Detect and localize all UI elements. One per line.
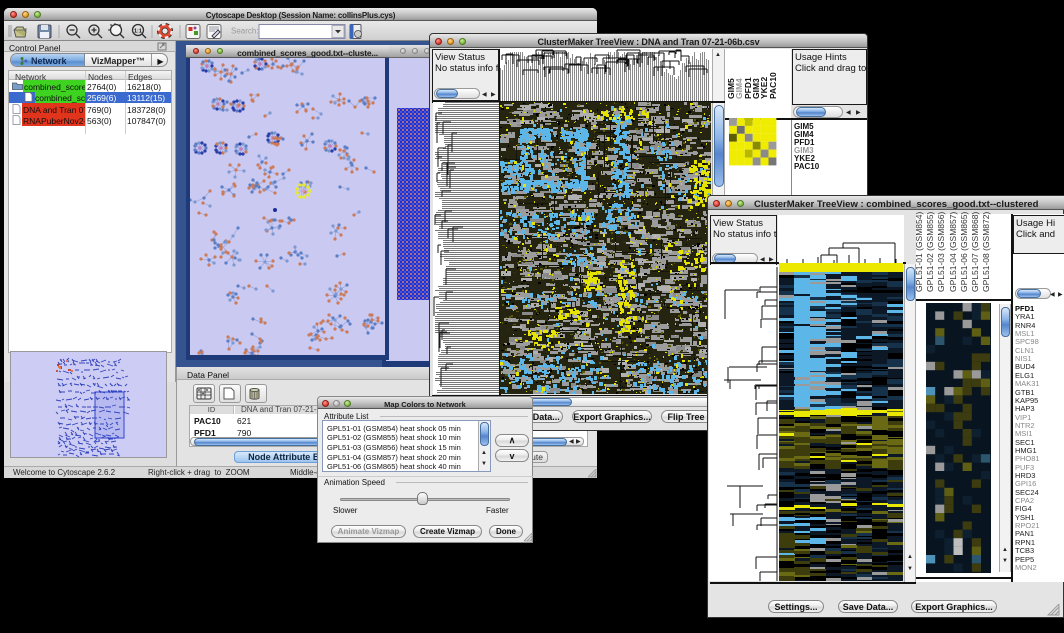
- svg-text:GPL51-08 (GSM872): GPL51-08 (GSM872): [981, 212, 991, 292]
- svg-text:GPL51-01 (GSM854): GPL51-01 (GSM854): [914, 212, 924, 292]
- svg-text:Search:: Search:: [231, 27, 259, 36]
- svg-text:PAC10: PAC10: [768, 72, 778, 99]
- svg-text:GPL51-07 (GSM868): GPL51-07 (GSM868): [970, 212, 980, 292]
- svg-text:GPL51-03 (GSM856): GPL51-03 (GSM856): [936, 212, 946, 292]
- svg-text:1:1: 1:1: [134, 29, 142, 35]
- svg-text:GPL51-06 (GSM865): GPL51-06 (GSM865): [959, 212, 969, 292]
- svg-text:GPL51-04 (GSM857): GPL51-04 (GSM857): [948, 212, 958, 292]
- svg-text:GPL51-02 (GSM855): GPL51-02 (GSM855): [925, 212, 935, 292]
